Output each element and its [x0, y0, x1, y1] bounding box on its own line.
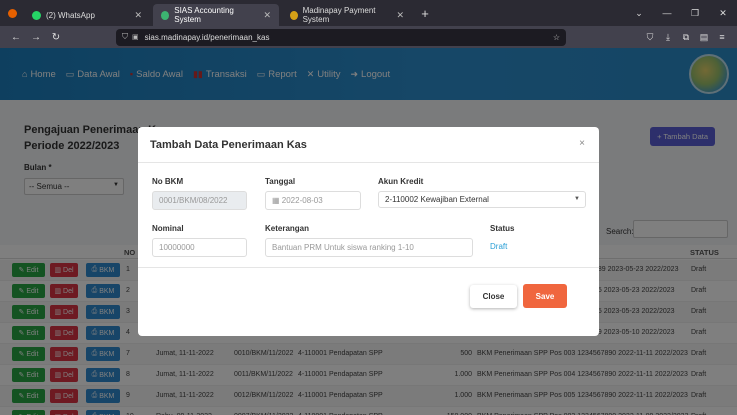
menu-icon[interactable]: ≡ [713, 32, 731, 43]
tanggal-field[interactable]: ▦ 2022-08-03 [265, 191, 361, 210]
nominal-field[interactable]: 10000000 [152, 238, 247, 257]
tab-sias[interactable]: SIAS Accounting System ✕ [153, 4, 279, 26]
firefox-menu-icon[interactable] [0, 0, 24, 26]
tab-label: (2) WhatsApp [46, 10, 95, 20]
close-window-icon[interactable]: ✕ [709, 8, 737, 19]
no-bkm-label: No BKM [152, 177, 184, 186]
add-kas-modal: Tambah Data Penerimaan Kas × No BKM 0001… [138, 127, 599, 336]
close-tab-icon[interactable]: ✕ [126, 10, 142, 21]
window-controls: ⌄ — ❐ ✕ [625, 0, 737, 26]
new-tab-button[interactable]: + [415, 4, 435, 26]
url-text: sias.madinapay.id/penerimaan_kas [144, 32, 270, 42]
close-button[interactable]: Close [470, 285, 517, 308]
toolbar-icons: ⛉ ⤓ ⧉ ▤ ≡ [641, 32, 731, 43]
maximize-icon[interactable]: ❐ [681, 8, 709, 19]
tab-whatsapp[interactable]: (2) WhatsApp ✕ [24, 4, 150, 26]
nominal-label: Nominal [152, 224, 184, 233]
profile-icon[interactable]: ▤ [695, 32, 713, 43]
save-button[interactable]: Save [523, 284, 567, 308]
no-bkm-field[interactable]: 0001/BKM/08/2022 [152, 191, 247, 210]
tanggal-value: 2022-08-03 [281, 196, 323, 205]
chevron-down-icon: ▼ [574, 196, 580, 202]
shield-icon[interactable]: ⛉ [122, 32, 128, 42]
back-icon[interactable]: ← [6, 32, 26, 43]
lock-icon[interactable]: ▣ [132, 33, 139, 41]
pocket-icon[interactable]: ⛉ [641, 32, 659, 43]
divider [138, 162, 599, 163]
download-icon[interactable]: ⤓ [659, 32, 677, 43]
modal-title: Tambah Data Penerimaan Kas [150, 139, 307, 151]
calendar-icon: ▦ [272, 196, 282, 205]
close-tab-icon[interactable]: ✕ [255, 10, 271, 21]
address-bar[interactable]: ⛉ ▣ sias.madinapay.id/penerimaan_kas ☆ [116, 28, 566, 46]
whatsapp-icon [32, 10, 41, 20]
reload-icon[interactable]: ↻ [46, 32, 66, 43]
madinapay-icon [290, 10, 298, 20]
forward-icon[interactable]: → [26, 32, 46, 43]
browser-tab-bar: (2) WhatsApp ✕ SIAS Accounting System ✕ … [0, 0, 737, 26]
status-label: Status [490, 224, 515, 233]
tab-madinapay[interactable]: Madinapay Payment System ✕ [282, 4, 412, 26]
sias-icon [161, 10, 170, 20]
tanggal-label: Tanggal [265, 177, 296, 186]
tab-label: SIAS Accounting System [174, 6, 234, 24]
minimize-icon[interactable]: — [653, 8, 681, 18]
bookmark-star-icon[interactable]: ☆ [553, 33, 560, 42]
close-tab-icon[interactable]: ✕ [388, 10, 404, 21]
keterangan-label: Keterangan [265, 224, 310, 233]
divider [138, 267, 599, 268]
keterangan-field[interactable]: Bantuan PRM Untuk siswa ranking 1-10 [265, 238, 473, 257]
tab-label: Madinapay Payment System [302, 6, 376, 24]
akun-kredit-label: Akun Kredit [378, 177, 424, 186]
close-icon[interactable]: × [579, 138, 585, 149]
browser-nav-bar: ← → ↻ ⛉ ▣ sias.madinapay.id/penerimaan_k… [0, 26, 737, 48]
akun-kredit-value: 2-110002 Kewajiban External [385, 195, 489, 204]
tab-list-icon[interactable]: ⌄ [625, 8, 653, 19]
status-value: Draft [490, 242, 508, 251]
akun-kredit-select[interactable]: 2-110002 Kewajiban External ▼ [378, 191, 586, 208]
extensions-icon[interactable]: ⧉ [677, 32, 695, 43]
